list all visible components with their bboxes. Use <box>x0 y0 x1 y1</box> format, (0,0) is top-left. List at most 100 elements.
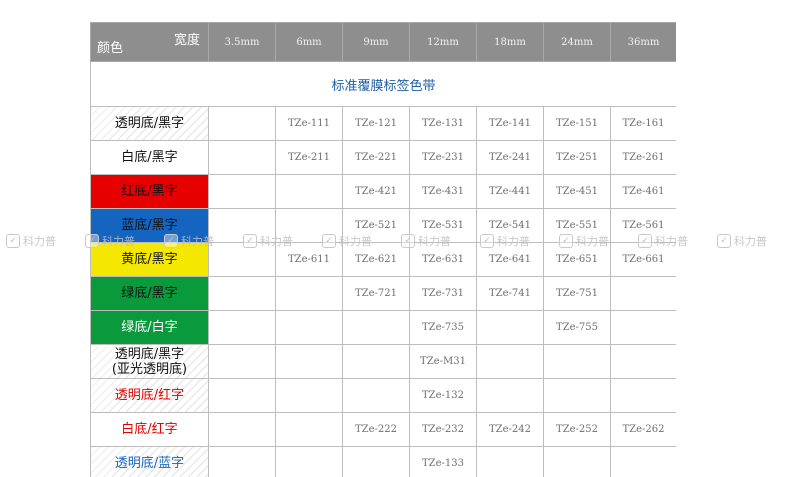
watermark-text: 科力普 <box>339 235 372 248</box>
tape-color-label-text: 白底/黑字 <box>121 150 178 165</box>
watermark-logo: ✓ 科力普 <box>322 233 372 249</box>
width-header-24mm: 24mm <box>543 22 611 62</box>
check-bubble-icon: ✓ <box>559 234 573 248</box>
tape-color-label-text: 红底/黑字 <box>121 184 178 199</box>
empty-cell <box>610 446 676 477</box>
empty-cell <box>275 276 343 311</box>
tape-color-label-subtext: (亚光透明底) <box>111 361 188 377</box>
empty-cell <box>208 140 276 175</box>
check-bubble-icon: ✓ <box>480 234 494 248</box>
tape-row: 绿底/白字 TZe-735 TZe-755 <box>90 310 676 345</box>
watermark-text: 科力普 <box>576 235 609 248</box>
empty-cell <box>543 344 611 379</box>
empty-cell <box>208 412 276 447</box>
watermark-text: 科力普 <box>260 235 293 248</box>
width-header-12mm: 12mm <box>409 22 477 62</box>
empty-cell <box>275 378 343 413</box>
empty-cell <box>208 106 276 141</box>
tape-model-cell: TZe-755 <box>543 310 611 345</box>
width-header-9mm: 9mm <box>342 22 410 62</box>
tape-model-cell: TZe-211 <box>275 140 343 175</box>
tape-row: 绿底/黑字 TZe-721 TZe-731 TZe-741 TZe-751 <box>90 276 676 311</box>
check-bubble-icon: ✓ <box>717 234 731 248</box>
watermark-text: 科力普 <box>23 235 56 248</box>
empty-cell <box>543 446 611 477</box>
tape-model-cell: TZe-721 <box>342 276 410 311</box>
tape-color-label: 红底/黑字 <box>90 174 209 209</box>
empty-cell <box>208 310 276 345</box>
watermark-text: 科力普 <box>181 235 214 248</box>
watermark-logo: ✓ 科力普 <box>164 233 214 249</box>
tape-model-cell: TZe-241 <box>476 140 544 175</box>
tape-model-cell: TZe-221 <box>342 140 410 175</box>
header-row: 宽度 颜色 3.5mm 6mm 9mm 12mm 18mm 24mm 36mm <box>90 22 676 62</box>
width-header-36mm: 36mm <box>610 22 676 62</box>
empty-cell <box>610 310 676 345</box>
empty-cell <box>476 344 544 379</box>
tape-color-label-text: 透明底/蓝字 <box>114 456 185 471</box>
watermark-text: 科力普 <box>734 235 767 248</box>
tape-model-cell: TZe-141 <box>476 106 544 141</box>
watermark-text: 科力普 <box>102 235 135 248</box>
empty-cell <box>342 310 410 345</box>
tape-model-cell: TZe-741 <box>476 276 544 311</box>
color-header-label: 颜色 <box>97 41 124 56</box>
watermark-text: 科力普 <box>418 235 451 248</box>
tape-color-label: 白底/黑字 <box>90 140 209 175</box>
tape-model-cell: TZe-431 <box>409 174 477 209</box>
width-header-18mm: 18mm <box>476 22 544 62</box>
tape-model-cell: TZe-731 <box>409 276 477 311</box>
tape-row: 透明底/黑字 (亚光透明底) TZe-M31 <box>90 344 676 379</box>
tape-row: 白底/红字 TZe-222 TZe-232 TZe-242 TZe-252 TZe-262 <box>90 412 676 447</box>
watermark-logo: ✓ 科力普 <box>638 233 688 249</box>
tape-color-label: 白底/红字 <box>90 412 209 447</box>
empty-cell <box>208 446 276 477</box>
tape-color-label-text: 黄底/黑字 <box>121 252 178 267</box>
tape-model-cell: TZe-133 <box>409 446 477 477</box>
tape-model-cell: TZe-421 <box>342 174 410 209</box>
tape-color-label-text: 透明底/红字 <box>114 388 185 403</box>
empty-cell <box>342 446 410 477</box>
empty-cell <box>342 344 410 379</box>
empty-cell <box>610 378 676 413</box>
tape-model-cell: TZe-222 <box>342 412 410 447</box>
table-title: 标准覆膜标签色带 <box>90 61 676 107</box>
tape-model-cell: TZe-451 <box>543 174 611 209</box>
empty-cell <box>208 344 276 379</box>
watermark-logo: ✓ 科力普 <box>85 233 135 249</box>
tape-color-label-text: 绿底/白字 <box>121 320 178 335</box>
tape-model-cell: TZe-151 <box>543 106 611 141</box>
empty-cell <box>543 378 611 413</box>
watermark-text: 科力普 <box>497 235 530 248</box>
tape-row: 透明底/红字 TZe-132 <box>90 378 676 413</box>
check-bubble-icon: ✓ <box>322 234 336 248</box>
watermark-text: 科力普 <box>655 235 688 248</box>
tape-color-table: 宽度 颜色 3.5mm 6mm 9mm 12mm 18mm 24mm 36mm … <box>90 22 676 477</box>
watermark-strip: ✓ 科力普 ✓ 科力普 ✓ 科力普 ✓ 科力普 ✓ 科力普 ✓ 科力普 ✓ 科力普 ✓ 科力普 ✓ 科力普 ✓ 科力普 <box>0 231 790 249</box>
tape-model-cell: TZe-242 <box>476 412 544 447</box>
tape-model-cell: TZe-161 <box>610 106 676 141</box>
watermark-logo: ✓ 科力普 <box>243 233 293 249</box>
tape-model-cell: TZe-131 <box>409 106 477 141</box>
empty-cell <box>275 174 343 209</box>
watermark-logo: ✓ 科力普 <box>480 233 530 249</box>
tape-color-label: 绿底/黑字 <box>90 276 209 311</box>
empty-cell <box>208 378 276 413</box>
tape-row: 透明底/蓝字 TZe-133 <box>90 446 676 477</box>
empty-cell <box>476 310 544 345</box>
check-bubble-icon: ✓ <box>638 234 652 248</box>
tape-color-label: 透明底/蓝字 <box>90 446 209 477</box>
tape-model-cell: TZe-M31 <box>409 344 477 379</box>
empty-cell <box>342 378 410 413</box>
width-header-3-5mm: 3.5mm <box>208 22 276 62</box>
tape-model-cell: TZe-251 <box>543 140 611 175</box>
empty-cell <box>610 344 676 379</box>
check-bubble-icon: ✓ <box>243 234 257 248</box>
title-row: 标准覆膜标签色带 <box>90 61 676 107</box>
tape-color-label-text: 白底/红字 <box>121 422 178 437</box>
tape-model-cell: TZe-132 <box>409 378 477 413</box>
tape-row: 白底/黑字 TZe-211 TZe-221 TZe-231 TZe-241 TZe-251… <box>90 140 676 175</box>
tape-color-label: 透明底/黑字 <box>90 106 209 141</box>
tape-model-cell: TZe-735 <box>409 310 477 345</box>
watermark-logo: ✓ 科力普 <box>6 233 56 249</box>
